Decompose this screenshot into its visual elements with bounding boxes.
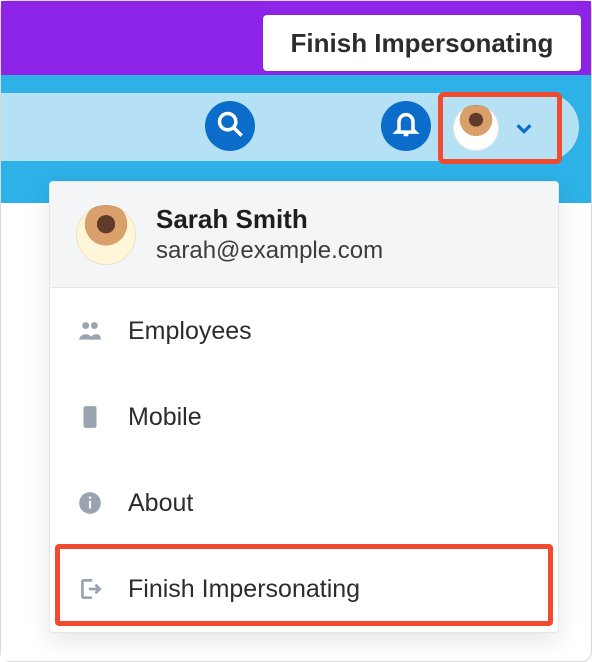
search-icon (216, 110, 244, 143)
notifications-button[interactable] (381, 101, 431, 151)
user-dropdown: Sarah Smith sarah@example.com Employees … (49, 181, 559, 633)
mobile-icon (76, 403, 104, 431)
search-button[interactable] (205, 101, 255, 151)
user-menu-trigger[interactable] (449, 101, 551, 155)
user-email: sarah@example.com (156, 237, 383, 265)
avatar-icon (453, 105, 499, 151)
bell-icon (392, 110, 420, 143)
menu-item-label: About (128, 489, 193, 518)
employees-icon (76, 317, 104, 345)
menu-item-label: Employees (128, 317, 252, 346)
user-name: Sarah Smith (156, 204, 383, 235)
menu-item-label: Finish Impersonating (128, 575, 360, 604)
menu-item-finish-impersonating[interactable]: Finish Impersonating (50, 546, 558, 632)
user-dropdown-header: Sarah Smith sarah@example.com (50, 182, 558, 288)
exit-icon (76, 575, 104, 603)
menu-item-about[interactable]: About (50, 460, 558, 546)
menu-item-label: Mobile (128, 403, 202, 432)
avatar-large-icon (76, 205, 136, 265)
finish-impersonating-pill[interactable]: Finish Impersonating (263, 15, 581, 71)
finish-impersonating-pill-label: Finish Impersonating (291, 28, 554, 59)
menu-item-mobile[interactable]: Mobile (50, 374, 558, 460)
about-icon (76, 489, 104, 517)
menu-item-employees[interactable]: Employees (50, 288, 558, 374)
chevron-down-icon (513, 117, 535, 139)
